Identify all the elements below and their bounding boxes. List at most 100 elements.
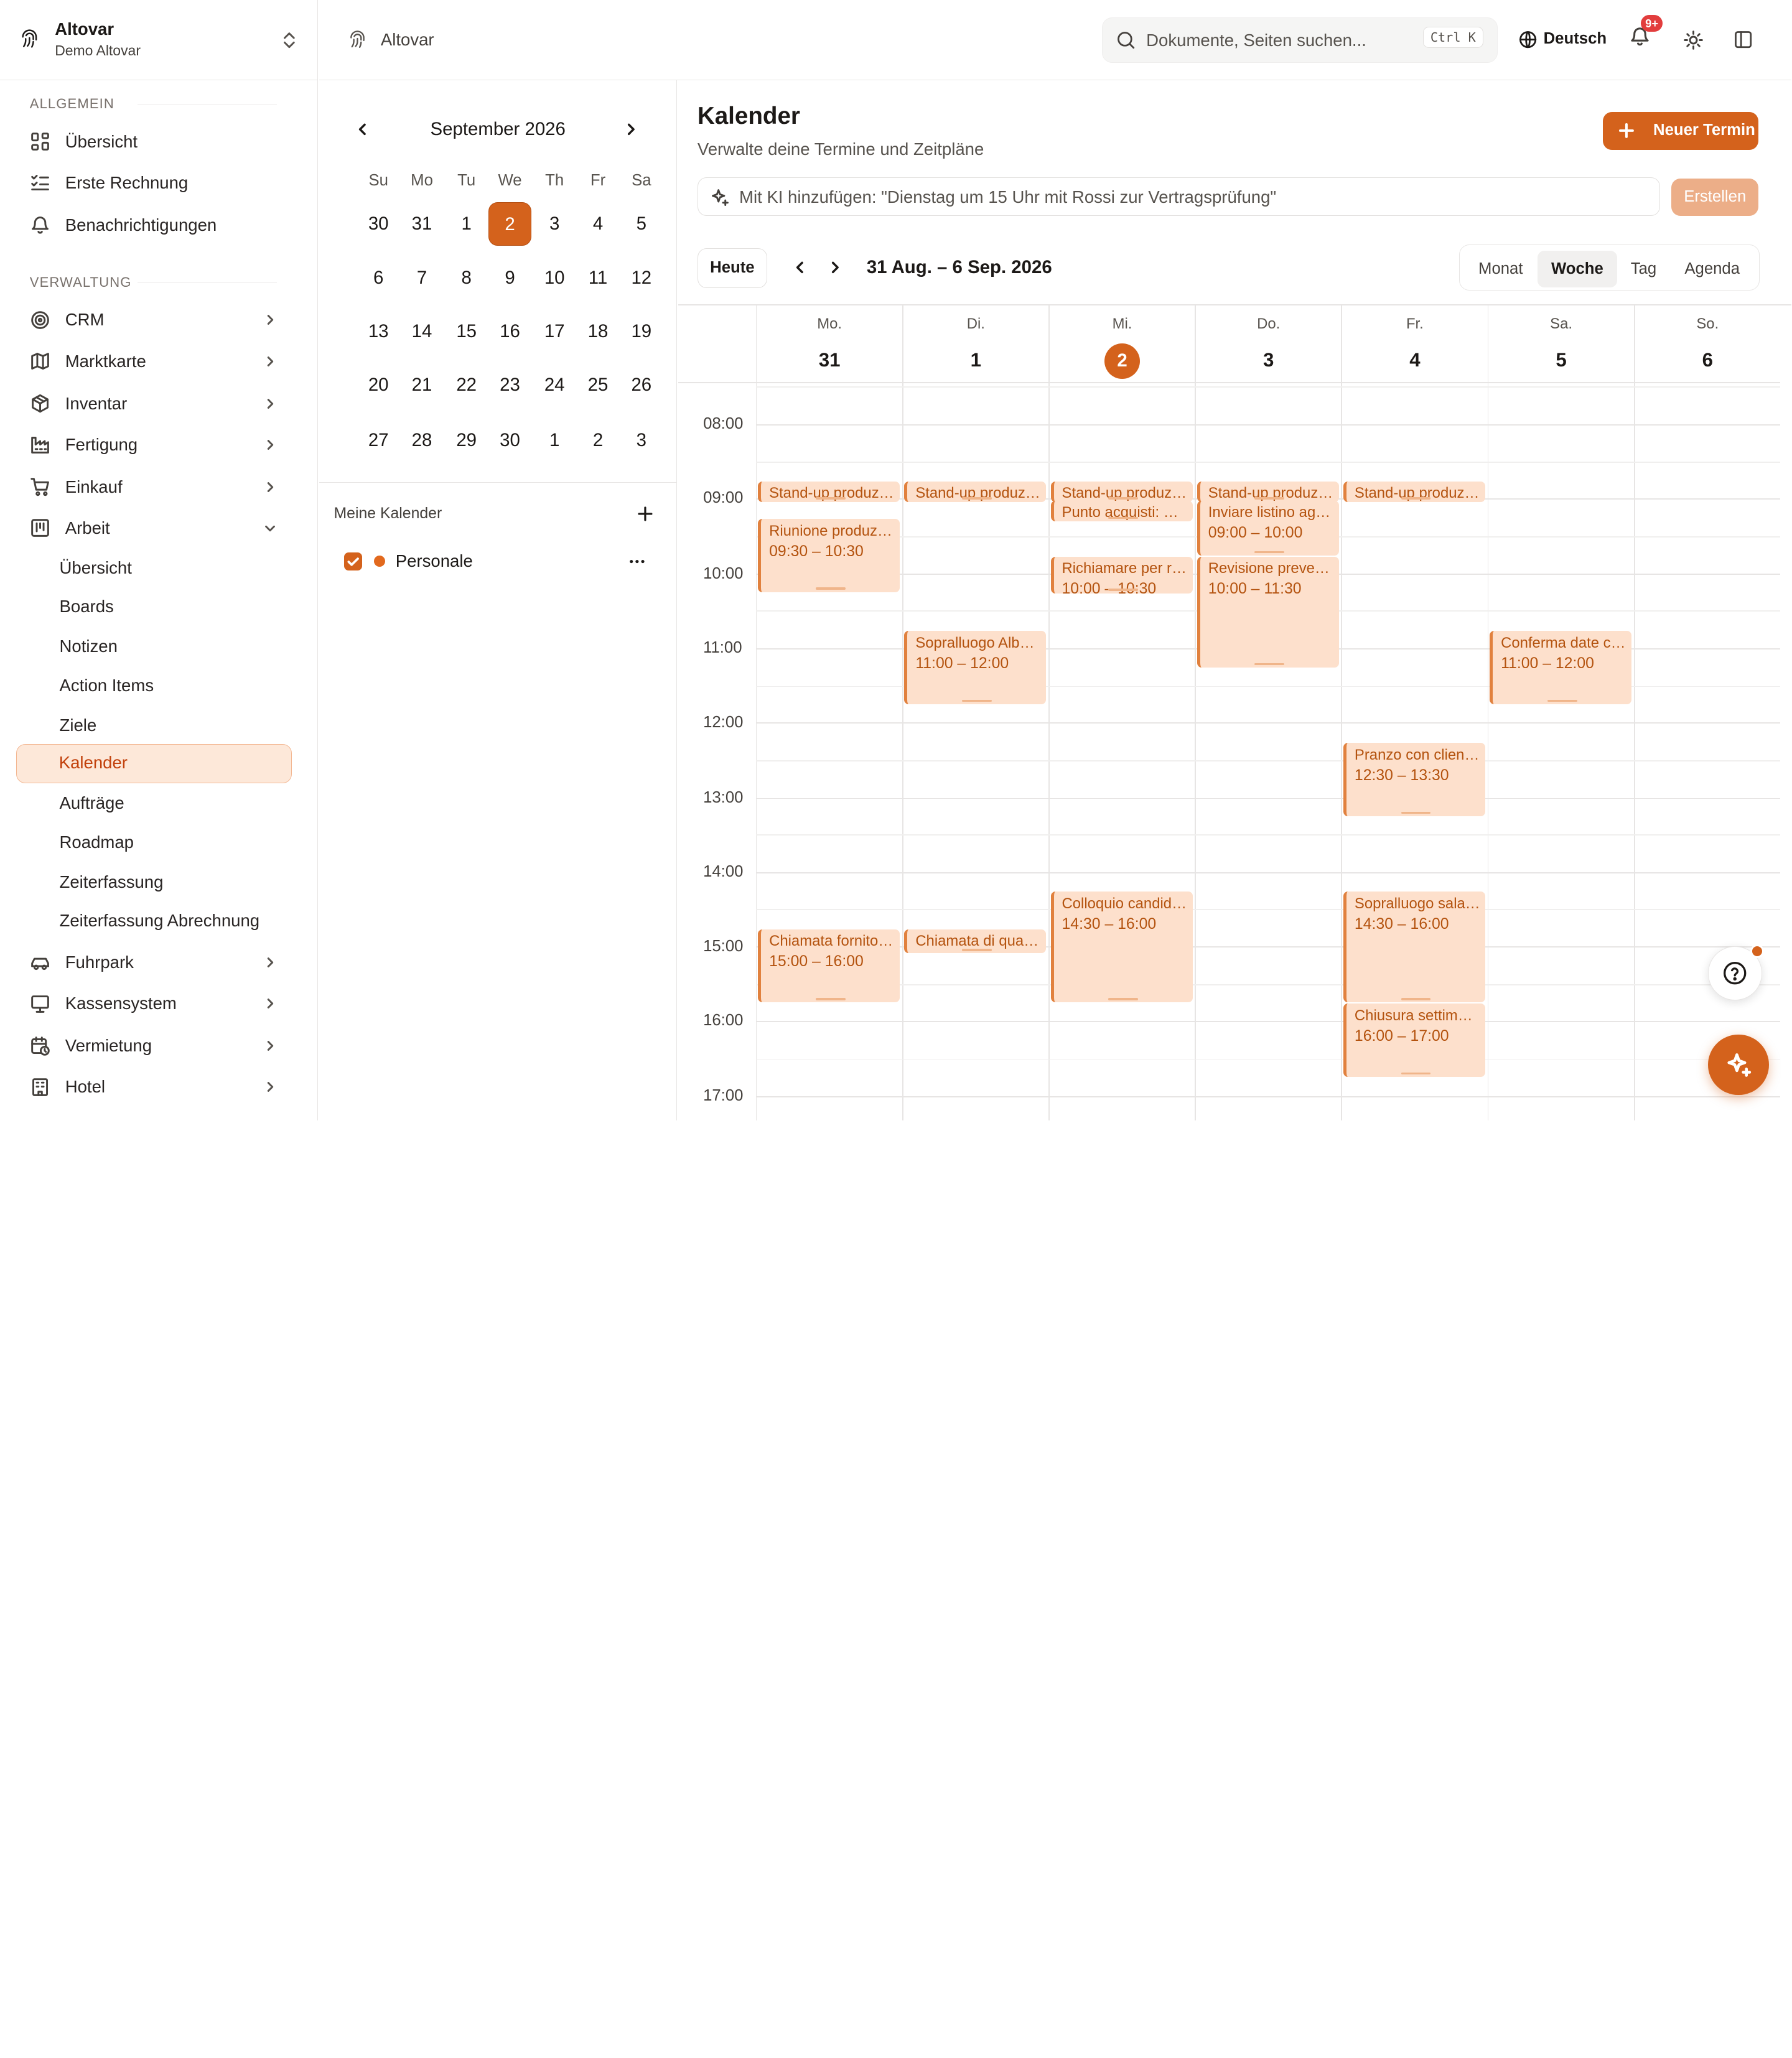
view-month-tab[interactable]: Monat bbox=[1468, 251, 1533, 287]
calendar-event[interactable]: Richiamare per re… 10:00 – 10:30 bbox=[1050, 556, 1193, 594]
sidebar-subitem-roadmap[interactable]: Roadmap bbox=[16, 823, 292, 862]
calendar-event[interactable]: Inviare listino aggi… 09:00 – 10:00 bbox=[1197, 500, 1339, 556]
ai-add-input[interactable]: Mit KI hinzufügen: "Dienstag um 15 Uhr m… bbox=[697, 177, 1661, 217]
sidebar-item-overview[interactable]: Übersicht bbox=[16, 123, 293, 161]
view-day-tab[interactable]: Tag bbox=[1620, 251, 1668, 287]
calendar-event[interactable]: Stand-up produzi… bbox=[1343, 481, 1485, 502]
mini-calendar-day[interactable]: 1 bbox=[533, 419, 576, 462]
sidebar-item-rental[interactable]: Vermietung bbox=[16, 1027, 293, 1065]
event-resize-handle[interactable] bbox=[1401, 497, 1431, 500]
calendar-event[interactable]: Sopralluogo sala … 14:30 – 16:00 bbox=[1343, 892, 1485, 1003]
event-resize-handle[interactable] bbox=[1254, 551, 1285, 554]
today-button[interactable]: Heute bbox=[697, 248, 767, 289]
event-resize-handle[interactable] bbox=[1254, 663, 1285, 666]
day-column-header[interactable]: Sa. 5 bbox=[1488, 305, 1633, 379]
mini-calendar-day[interactable]: 28 bbox=[400, 419, 444, 462]
event-resize-handle[interactable] bbox=[1108, 497, 1138, 500]
sidebar-item-purchasing[interactable]: Einkauf bbox=[16, 468, 293, 506]
calendar-event[interactable]: Pranzo con client… 12:30 – 13:30 bbox=[1343, 743, 1485, 816]
day-column-header[interactable]: Di. 1 bbox=[903, 305, 1048, 379]
mini-calendar-day[interactable]: 7 bbox=[400, 256, 444, 300]
sidebar-item-pos[interactable]: Kassensystem bbox=[16, 984, 293, 1023]
event-resize-handle[interactable] bbox=[962, 949, 992, 951]
event-resize-handle[interactable] bbox=[1108, 589, 1138, 591]
more-horizontal-icon[interactable] bbox=[629, 558, 645, 565]
sidebar-subitem-goals[interactable]: Ziele bbox=[16, 707, 292, 745]
mini-calendar-day[interactable]: 9 bbox=[488, 256, 532, 300]
sidebar-item-crm[interactable]: CRM bbox=[16, 300, 293, 339]
mini-calendar-day[interactable]: 20 bbox=[357, 363, 400, 407]
event-resize-handle[interactable] bbox=[1108, 516, 1138, 519]
calendar-event[interactable]: Punto acquisti: P…09:00 – 09:30 bbox=[1050, 500, 1193, 521]
sidebar-item-fleet[interactable]: Fuhrpark bbox=[16, 943, 293, 982]
calendar-item-personale[interactable]: Personale bbox=[344, 550, 653, 575]
sidebar-subitem-action-items[interactable]: Action Items bbox=[16, 666, 292, 705]
ai-assistant-button[interactable] bbox=[1708, 1034, 1769, 1096]
sidebar-item-work[interactable]: Arbeit bbox=[16, 509, 293, 547]
calendar-event[interactable]: Stand-up produzi… bbox=[1197, 481, 1339, 502]
mini-calendar-day[interactable]: 30 bbox=[488, 419, 532, 462]
event-resize-handle[interactable] bbox=[1254, 497, 1285, 500]
calendar-event[interactable]: Sopralluogo Alber… 11:00 – 12:00 bbox=[904, 631, 1047, 704]
notifications-button[interactable]: 9+ bbox=[1629, 14, 1663, 52]
chevron-right-icon[interactable] bbox=[827, 259, 843, 276]
mini-calendar-day[interactable]: 26 bbox=[620, 363, 663, 407]
mini-calendar-day[interactable]: 6 bbox=[357, 256, 400, 300]
sidebar-item-notifications[interactable]: Benachrichtigungen bbox=[16, 206, 293, 244]
mini-calendar-day[interactable]: 8 bbox=[445, 256, 488, 300]
chevrons-up-down-icon[interactable] bbox=[281, 31, 297, 49]
mini-calendar-day[interactable]: 31 bbox=[400, 202, 444, 246]
event-resize-handle[interactable] bbox=[1401, 1072, 1431, 1075]
day-column-header[interactable]: Mi. 2 bbox=[1050, 305, 1195, 379]
event-resize-handle[interactable] bbox=[1108, 998, 1138, 1000]
calendar-event[interactable]: Stand-up produzi… bbox=[758, 481, 900, 502]
mini-calendar-day[interactable]: 16 bbox=[488, 310, 532, 353]
mini-calendar-day[interactable]: 10 bbox=[533, 256, 576, 300]
sidebar-subitem-time-billing[interactable]: Zeiterfassung Abrechnung bbox=[16, 902, 292, 941]
mini-calendar-day[interactable]: 3 bbox=[620, 419, 663, 462]
event-resize-handle[interactable] bbox=[1401, 998, 1431, 1000]
workspace-switcher[interactable]: Altovar Demo Altovar bbox=[0, 0, 317, 80]
chevron-right-icon[interactable] bbox=[623, 121, 639, 137]
panel-toggle-icon[interactable] bbox=[1734, 30, 1753, 49]
event-resize-handle[interactable] bbox=[962, 699, 992, 702]
mini-calendar-day[interactable]: 3 bbox=[533, 202, 576, 246]
view-agenda-tab[interactable]: Agenda bbox=[1672, 251, 1752, 287]
calendar-event[interactable]: Stand-up produzi… bbox=[1050, 481, 1193, 502]
calendar-event[interactable]: Revisione prevent… 10:00 – 11:30 bbox=[1197, 556, 1339, 668]
mini-calendar-day[interactable]: 18 bbox=[576, 310, 620, 353]
sidebar-subitem-boards[interactable]: Boards bbox=[16, 587, 292, 626]
calendar-event[interactable]: Chiamata fornitor… 15:00 – 16:00 bbox=[758, 929, 900, 1003]
event-resize-handle[interactable] bbox=[815, 587, 846, 590]
mini-calendar-day[interactable]: 2 bbox=[488, 202, 532, 246]
create-button[interactable]: Erstellen bbox=[1671, 178, 1759, 217]
event-resize-handle[interactable] bbox=[962, 497, 992, 500]
mini-calendar-day[interactable]: 27 bbox=[357, 419, 400, 462]
search-input[interactable]: Dokumente, Seiten suchen... Ctrl K bbox=[1102, 17, 1498, 63]
sidebar-item-hotel[interactable]: Hotel bbox=[16, 1068, 293, 1106]
sidebar-subitem-orders[interactable]: Aufträge bbox=[16, 785, 292, 823]
sidebar-item-first-invoice[interactable]: Erste Rechnung bbox=[16, 164, 293, 202]
mini-calendar-day[interactable]: 30 bbox=[357, 202, 400, 246]
day-column-header[interactable]: Fr. 4 bbox=[1342, 305, 1487, 379]
calendar-event[interactable]: Riunione produzio… 09:30 – 10:30 bbox=[758, 519, 900, 592]
mini-calendar-day[interactable]: 13 bbox=[357, 310, 400, 353]
mini-calendar-day[interactable]: 24 bbox=[533, 363, 576, 407]
mini-calendar-day[interactable]: 29 bbox=[445, 419, 488, 462]
mini-calendar-day[interactable]: 25 bbox=[576, 363, 620, 407]
plus-icon[interactable] bbox=[638, 506, 653, 521]
mini-calendar-day[interactable]: 12 bbox=[620, 256, 663, 300]
day-column-header[interactable]: Mo. 31 bbox=[757, 305, 902, 379]
mini-calendar-day[interactable]: 1 bbox=[445, 202, 488, 246]
day-column-header[interactable]: Do. 3 bbox=[1196, 305, 1341, 379]
mini-calendar-day[interactable]: 11 bbox=[576, 256, 620, 300]
calendar-event[interactable]: Chiamata di quali… bbox=[904, 929, 1047, 954]
event-resize-handle[interactable] bbox=[815, 998, 846, 1000]
sidebar-subitem-notes[interactable]: Notizen bbox=[16, 628, 292, 666]
sidebar-item-manufacturing[interactable]: Fertigung bbox=[16, 426, 293, 464]
sidebar-item-inventory[interactable]: Inventar bbox=[16, 384, 293, 422]
mini-calendar-day[interactable]: 23 bbox=[488, 363, 532, 407]
sidebar-item-market-map[interactable]: Marktkarte bbox=[16, 342, 293, 380]
mini-calendar-day[interactable]: 21 bbox=[400, 363, 444, 407]
calendar-checkbox[interactable] bbox=[344, 552, 363, 570]
